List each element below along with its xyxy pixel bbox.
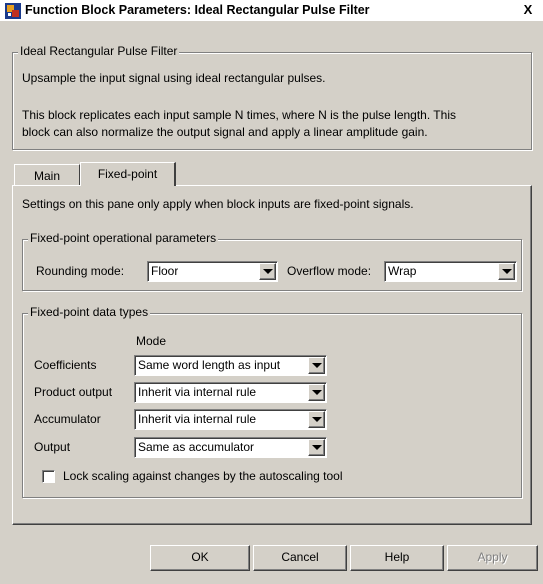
product-output-mode-select[interactable]: Inherit via internal rule <box>134 382 327 403</box>
data-types-legend: Fixed-point data types <box>28 305 151 319</box>
coefficients-mode-select[interactable]: Same word length as input <box>134 355 327 376</box>
close-button[interactable]: X <box>520 2 536 18</box>
output-label: Output <box>34 440 71 454</box>
overflow-mode-select[interactable]: Wrap <box>384 261 517 282</box>
block-description-legend: Ideal Rectangular Pulse Filter <box>18 44 180 58</box>
rounding-mode-label: Rounding mode: <box>36 264 125 278</box>
chevron-down-icon[interactable] <box>308 357 325 374</box>
cancel-button-label: Cancel <box>281 550 319 564</box>
ok-button-label: OK <box>191 550 209 564</box>
coefficients-mode-value: Same word length as input <box>138 358 281 372</box>
window-title: Function Block Parameters: Ideal Rectang… <box>25 3 370 17</box>
chevron-down-icon[interactable] <box>498 263 515 280</box>
help-button[interactable]: Help <box>350 545 444 571</box>
product-output-label: Product output <box>34 385 113 399</box>
rounding-mode-select[interactable]: Floor <box>147 261 278 282</box>
coefficients-label: Coefficients <box>34 358 97 372</box>
block-description-line-1: This block replicates each input sample … <box>22 108 456 122</box>
accumulator-mode-value: Inherit via internal rule <box>138 412 257 426</box>
block-description-line-2: block can also normalize the output sign… <box>22 125 428 139</box>
chevron-down-icon[interactable] <box>308 411 325 428</box>
apply-button[interactable]: Apply <box>447 545 538 571</box>
operational-parameters-legend: Fixed-point operational parameters <box>28 231 219 245</box>
help-button-label: Help <box>384 550 410 564</box>
product-output-mode-value: Inherit via internal rule <box>138 385 257 399</box>
lock-scaling-checkbox[interactable] <box>42 470 55 483</box>
mode-column-header: Mode <box>136 334 167 348</box>
tab-fixed-point[interactable]: Fixed-point <box>80 162 176 186</box>
output-mode-select[interactable]: Same as accumulator <box>134 437 327 458</box>
overflow-mode-value: Wrap <box>388 264 417 278</box>
chevron-down-icon[interactable] <box>308 439 325 456</box>
ok-button[interactable]: OK <box>150 545 250 571</box>
lock-scaling-label[interactable]: Lock scaling against changes by the auto… <box>63 469 343 483</box>
tab-main-label: Main <box>33 169 60 183</box>
simulink-block-icon <box>5 3 21 19</box>
tab-fixed-point-label: Fixed-point <box>97 167 158 181</box>
overflow-mode-label: Overflow mode: <box>287 264 372 278</box>
tab-main[interactable]: Main <box>14 164 80 186</box>
accumulator-label: Accumulator <box>34 412 101 426</box>
block-summary: Upsample the input signal using ideal re… <box>22 71 326 85</box>
fixed-point-note: Settings on this pane only apply when bl… <box>22 197 414 211</box>
rounding-mode-value: Floor <box>151 264 179 278</box>
apply-button-label: Apply <box>477 550 508 564</box>
accumulator-mode-select[interactable]: Inherit via internal rule <box>134 409 327 430</box>
title-bar[interactable]: Function Block Parameters: Ideal Rectang… <box>0 0 543 22</box>
output-mode-value: Same as accumulator <box>138 440 255 454</box>
chevron-down-icon[interactable] <box>259 263 276 280</box>
chevron-down-icon[interactable] <box>308 384 325 401</box>
cancel-button[interactable]: Cancel <box>253 545 347 571</box>
close-icon: X <box>523 2 533 17</box>
